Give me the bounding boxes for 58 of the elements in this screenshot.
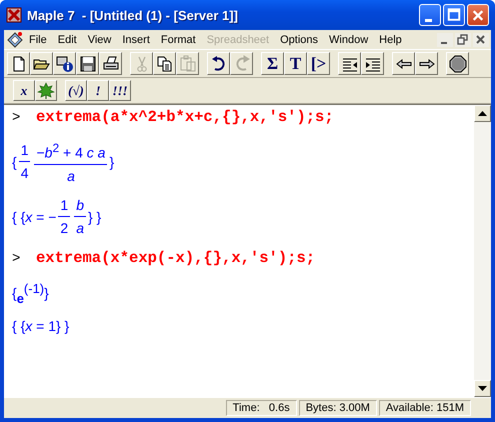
info-icon bbox=[56, 54, 74, 72]
clipboard-icon bbox=[178, 54, 196, 72]
window-title: Maple 7 - [Untitled (1) - [Server 1]] bbox=[27, 8, 239, 22]
command-input[interactable]: extrema(a*x^2+b*x+c,{},x,'s');s; bbox=[36, 108, 334, 126]
maximize-button[interactable] bbox=[443, 4, 465, 26]
math-output: {e (-1)} bbox=[12, 280, 49, 306]
minimize-icon bbox=[424, 19, 432, 22]
menu-item[interactable]: Help bbox=[374, 34, 408, 46]
maple-leaf-button[interactable] bbox=[35, 80, 57, 101]
vertical-scrollbar[interactable] bbox=[474, 105, 491, 397]
menu-item[interactable]: Options bbox=[275, 34, 324, 46]
menu-item[interactable]: Insert bbox=[117, 34, 156, 46]
stop-sign-icon bbox=[448, 54, 466, 72]
toolbar-button[interactable]: T bbox=[284, 52, 307, 75]
toolbar-button[interactable]: x bbox=[13, 80, 35, 101]
menu-item[interactable]: Format bbox=[156, 34, 202, 46]
undo-arrow-icon bbox=[210, 54, 228, 72]
input-prompt: > bbox=[12, 110, 22, 126]
toolbar-button[interactable]: [> bbox=[307, 52, 330, 75]
status-field: Time: 0.6s bbox=[226, 400, 297, 416]
scroll-up-button[interactable] bbox=[474, 105, 491, 122]
scroll-down-button[interactable] bbox=[474, 380, 491, 397]
restore-icon[interactable] bbox=[455, 32, 471, 46]
menu-item[interactable]: File bbox=[24, 34, 53, 46]
up-arrow-icon bbox=[478, 111, 487, 116]
stop-sign-button[interactable] bbox=[446, 52, 469, 75]
down-arrow-icon bbox=[478, 386, 487, 391]
new-document-button[interactable] bbox=[7, 52, 30, 75]
outdent-button[interactable] bbox=[338, 52, 361, 75]
copy-icon bbox=[156, 54, 174, 72]
menu-item[interactable]: View bbox=[82, 34, 118, 46]
folder-button[interactable] bbox=[30, 52, 53, 75]
input-prompt: > bbox=[12, 250, 22, 267]
toolbar-button[interactable]: !!! bbox=[109, 80, 131, 101]
right-arrow-button[interactable] bbox=[415, 52, 438, 75]
floppy-disk-button[interactable] bbox=[76, 52, 99, 75]
command-input[interactable]: extrema(x*exp(-x),{},x,'s');s; bbox=[36, 248, 316, 267]
status-field: Available: 151M bbox=[378, 400, 471, 416]
toolbar-button[interactable]: ! bbox=[87, 80, 109, 101]
menu-item[interactable]: Edit bbox=[52, 34, 83, 46]
indent-button[interactable] bbox=[361, 52, 384, 75]
copy-button[interactable] bbox=[153, 52, 176, 75]
app-icon bbox=[6, 7, 22, 23]
toolbar-button[interactable]: (√) bbox=[65, 80, 87, 101]
close-button[interactable] bbox=[467, 4, 489, 26]
left-arrow-button[interactable] bbox=[392, 52, 415, 75]
info-button[interactable] bbox=[53, 52, 76, 75]
printer-icon bbox=[102, 54, 120, 72]
close-icon[interactable] bbox=[473, 32, 489, 46]
undo-arrow-button[interactable] bbox=[207, 52, 230, 75]
printer-button[interactable] bbox=[99, 52, 122, 75]
minimize-icon[interactable] bbox=[437, 32, 453, 46]
menu-item[interactable]: Window bbox=[324, 34, 374, 46]
maple-leaf-icon bbox=[37, 82, 55, 100]
math-output: { {x = 1} } bbox=[12, 318, 70, 334]
status-field: Bytes: 3.00M bbox=[298, 400, 377, 416]
toolbar-button[interactable]: Σ bbox=[261, 52, 284, 75]
minimize-button[interactable] bbox=[419, 4, 441, 26]
